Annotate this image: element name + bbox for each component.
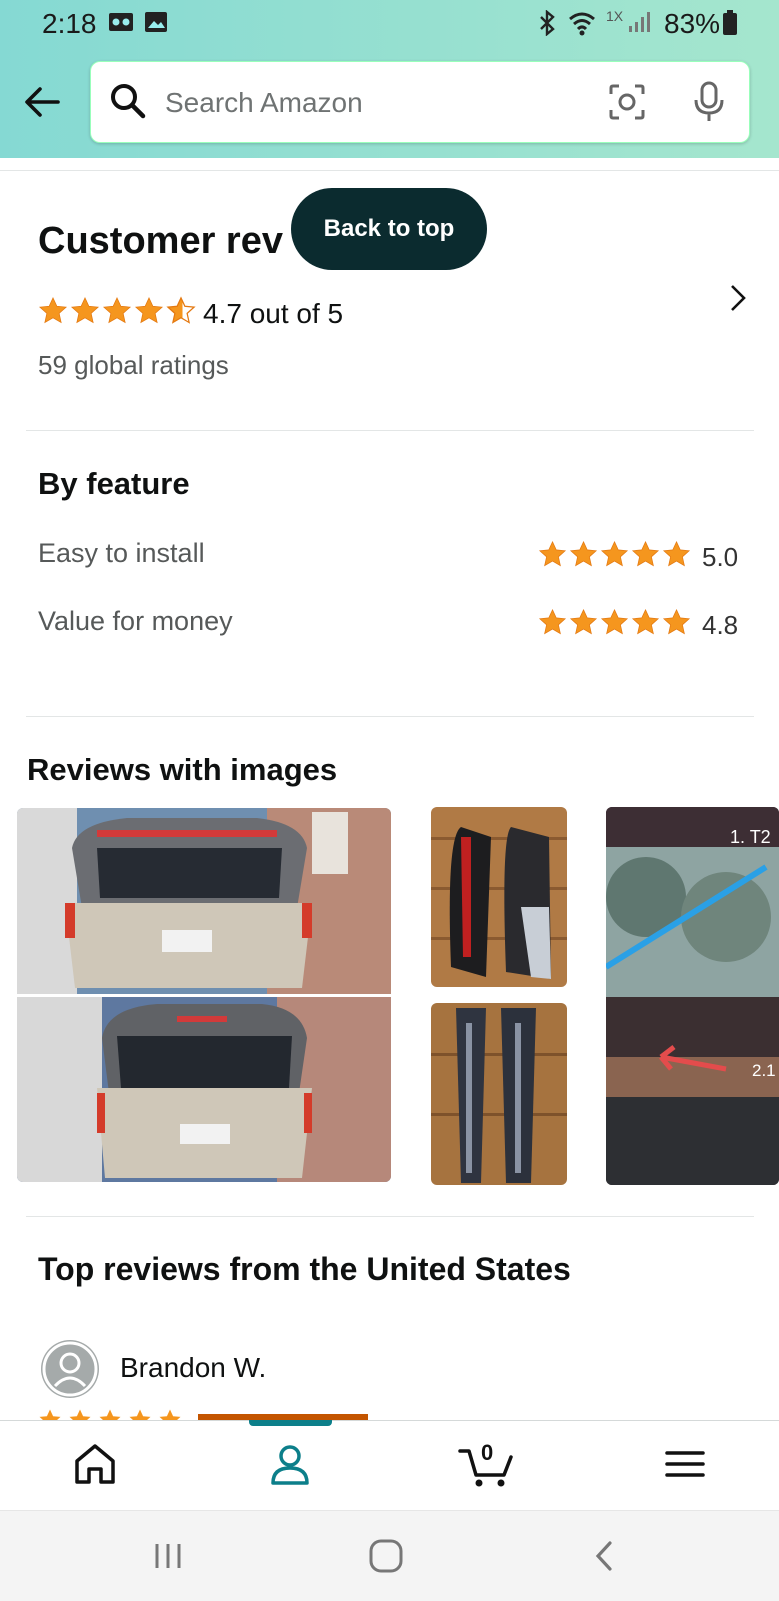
star-icon bbox=[600, 608, 629, 635]
wifi-icon bbox=[569, 12, 595, 36]
review-photo-suv[interactable] bbox=[17, 808, 391, 1182]
star-icon bbox=[70, 296, 100, 324]
star-icon bbox=[569, 608, 598, 635]
cart-count: 0 bbox=[481, 1440, 494, 1465]
star-icon bbox=[631, 540, 660, 567]
home-icon[interactable] bbox=[70, 1439, 120, 1489]
photo-annotation: 2.1 bbox=[752, 1061, 776, 1080]
active-tab-indicator bbox=[249, 1420, 332, 1426]
divider bbox=[26, 1216, 754, 1217]
search-bar[interactable] bbox=[90, 61, 750, 143]
review-photo-rear-window[interactable]: 1. T2 2.1 bbox=[606, 807, 779, 1185]
reviews-with-images-heading: Reviews with images bbox=[27, 752, 338, 787]
divider bbox=[0, 170, 779, 171]
menu-icon[interactable] bbox=[660, 1439, 710, 1489]
review-photo-spoiler-underside[interactable] bbox=[431, 1003, 567, 1185]
rating-summary: 4.7 out of 5 bbox=[203, 298, 344, 329]
star-icon bbox=[662, 540, 691, 567]
divider bbox=[26, 716, 754, 717]
gallery-icon bbox=[145, 12, 167, 32]
camera-scan-icon[interactable] bbox=[607, 82, 647, 122]
star-icon bbox=[600, 540, 629, 567]
account-icon[interactable] bbox=[265, 1439, 315, 1489]
star-icon bbox=[569, 540, 598, 567]
top-reviews-heading: Top reviews from the United States bbox=[38, 1251, 571, 1287]
feature-label: Easy to install bbox=[38, 538, 205, 568]
microphone-icon[interactable] bbox=[689, 80, 729, 124]
system-navigation bbox=[0, 1510, 779, 1601]
bottom-navigation bbox=[0, 1420, 779, 1511]
divider bbox=[26, 430, 754, 431]
back-to-top-button[interactable]: Back to top bbox=[291, 188, 487, 270]
back-arrow-icon[interactable] bbox=[22, 82, 62, 122]
system-back-icon[interactable] bbox=[592, 1539, 616, 1573]
feature-label: Value for money bbox=[38, 606, 233, 636]
feature-star-rating bbox=[538, 540, 691, 569]
reviewer-name[interactable]: Brandon W. bbox=[120, 1352, 266, 1384]
star-icon bbox=[102, 296, 132, 324]
reviewer-avatar bbox=[41, 1340, 99, 1398]
photo-annotation: 1. T2 bbox=[730, 827, 771, 847]
voicemail-icon bbox=[109, 13, 133, 31]
recent-apps-icon[interactable] bbox=[152, 1541, 184, 1571]
user-avatar-icon bbox=[42, 1341, 98, 1397]
search-icon bbox=[111, 84, 146, 119]
customer-reviews-heading: Customer rev bbox=[38, 220, 283, 262]
network-type: 1X bbox=[606, 8, 624, 24]
star-icon bbox=[38, 296, 68, 324]
feature-star-rating bbox=[538, 608, 691, 637]
review-stars-partial bbox=[38, 1408, 378, 1420]
star-icon bbox=[134, 296, 164, 324]
star-icon bbox=[631, 608, 660, 635]
status-time: 2:18 bbox=[42, 8, 97, 39]
by-feature-heading: By feature bbox=[38, 466, 190, 501]
bluetooth-icon bbox=[540, 10, 555, 36]
feature-value: 5.0 bbox=[702, 542, 739, 572]
status-bar: 2:18 1X 83% bbox=[0, 0, 779, 48]
signal-icon bbox=[629, 12, 650, 32]
half-star-icon bbox=[166, 296, 196, 324]
star-icon bbox=[538, 540, 567, 567]
overall-star-rating bbox=[38, 296, 196, 326]
search-input[interactable] bbox=[163, 78, 597, 128]
battery-icon bbox=[723, 10, 737, 35]
feature-value: 4.8 bbox=[702, 610, 739, 640]
star-icon bbox=[662, 608, 691, 635]
chevron-right-icon[interactable] bbox=[720, 280, 756, 316]
app-header: 2:18 1X 83% bbox=[0, 0, 779, 158]
global-ratings-count: 59 global ratings bbox=[38, 350, 229, 380]
review-photo-spoiler-parts[interactable] bbox=[431, 807, 567, 987]
home-button-icon[interactable] bbox=[368, 1538, 404, 1574]
star-icon bbox=[538, 608, 567, 635]
battery-level: 83% bbox=[664, 8, 721, 39]
